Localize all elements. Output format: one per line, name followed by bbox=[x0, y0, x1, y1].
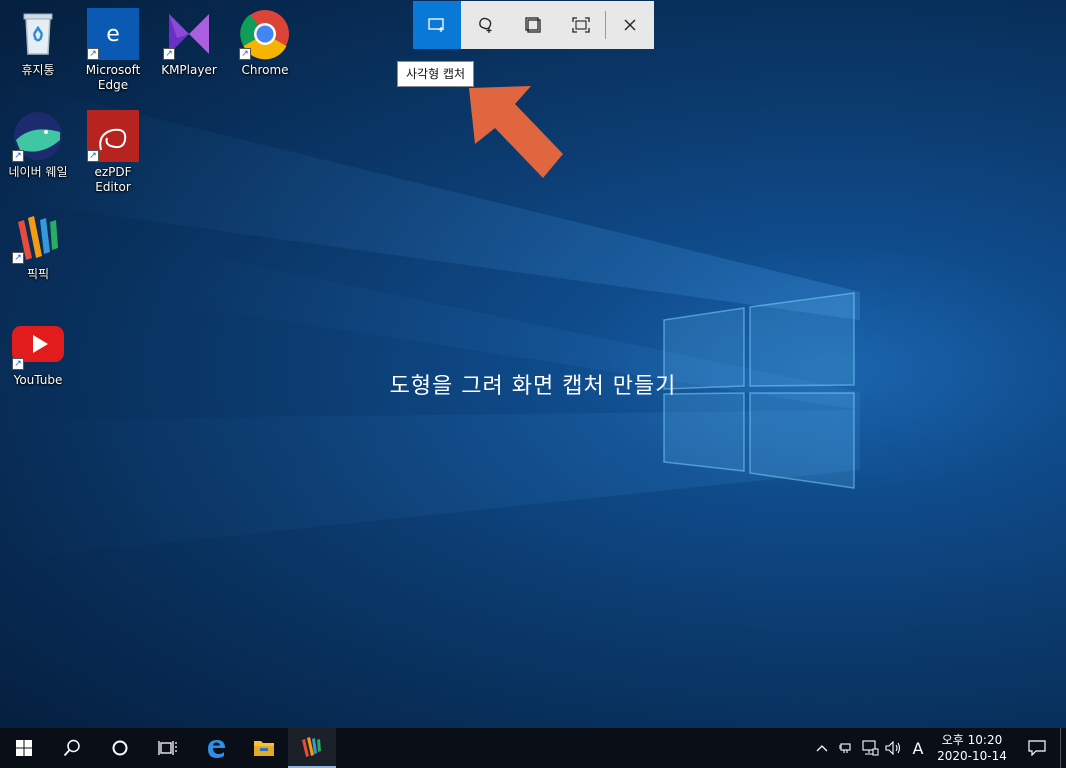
desktop-icon-label: 픽픽 bbox=[26, 267, 50, 281]
desktop-icon-ezpdf-editor[interactable]: ↗ ezPDF Editor bbox=[78, 110, 148, 195]
taskbar-file-explorer-button[interactable] bbox=[240, 728, 288, 768]
windows-start-icon bbox=[16, 740, 32, 756]
desktop-icon-label: Chrome bbox=[241, 63, 289, 77]
rectangle-snip-icon bbox=[428, 18, 444, 32]
network-adapter-icon bbox=[839, 743, 851, 753]
file-explorer-icon bbox=[254, 741, 274, 756]
tray-network-button[interactable] bbox=[858, 728, 882, 768]
desktop-icon-chrome[interactable]: ↗ Chrome bbox=[230, 8, 300, 78]
shortcut-arrow-icon: ↗ bbox=[163, 48, 175, 60]
action-center-button[interactable] bbox=[1014, 728, 1060, 768]
youtube-icon: ↗ bbox=[12, 318, 64, 370]
clock-date: 2020-10-14 bbox=[937, 749, 1007, 763]
system-tray: A 오후 10:20 2020-10-14 bbox=[810, 728, 1066, 768]
taskbar-edge-button[interactable] bbox=[192, 728, 240, 768]
desktop-icon-label: Microsoft Edge bbox=[85, 63, 141, 92]
tray-show-hidden-button[interactable] bbox=[810, 728, 834, 768]
shortcut-arrow-icon: ↗ bbox=[87, 48, 99, 60]
cortana-button[interactable] bbox=[96, 728, 144, 768]
taskbar-picpick-button[interactable] bbox=[288, 728, 336, 768]
window-snip-button[interactable] bbox=[509, 1, 557, 49]
task-view-button[interactable] bbox=[144, 728, 192, 768]
kmplayer-icon: ↗ bbox=[163, 8, 215, 60]
desktop-icon-label: ezPDF Editor bbox=[94, 165, 132, 194]
close-icon bbox=[624, 19, 636, 31]
annotation-arrow-icon bbox=[469, 86, 563, 178]
edge-legacy-icon: e ↗ bbox=[87, 8, 139, 60]
snip-toolbar bbox=[413, 1, 654, 49]
notification-icon bbox=[1028, 740, 1046, 756]
show-desktop-button[interactable] bbox=[1060, 728, 1066, 768]
desktop-icon-label: 네이버 웨일 bbox=[8, 165, 68, 179]
volume-icon bbox=[885, 741, 901, 755]
network-ethernet-icon bbox=[862, 740, 879, 756]
edge-icon bbox=[208, 740, 225, 758]
clock-time: 오후 10:20 bbox=[941, 733, 1003, 747]
search-icon bbox=[63, 739, 80, 757]
desktop-icon-recycle-bin[interactable]: 휴지통 bbox=[3, 8, 73, 78]
task-view-icon bbox=[158, 741, 177, 755]
search-button[interactable] bbox=[48, 728, 96, 768]
freeform-snip-icon bbox=[479, 17, 492, 33]
shortcut-arrow-icon: ↗ bbox=[239, 48, 251, 60]
desktop-icon-microsoft-edge[interactable]: e ↗ Microsoft Edge bbox=[78, 8, 148, 93]
desktop: 휴지통 e ↗ Microsoft Edge ↗ KMPlayer ↗ Chro… bbox=[0, 0, 1066, 728]
freeform-snip-button[interactable] bbox=[461, 1, 509, 49]
cortana-icon bbox=[112, 740, 128, 756]
recycle-bin-icon bbox=[12, 8, 64, 60]
start-button[interactable] bbox=[0, 728, 48, 768]
tray-volume-button[interactable] bbox=[882, 728, 906, 768]
naver-whale-icon: ↗ bbox=[12, 110, 64, 162]
tray-network-adapter-button[interactable] bbox=[834, 728, 858, 768]
picpick-icon: ↗ bbox=[12, 212, 64, 264]
fullscreen-snip-button[interactable] bbox=[557, 1, 605, 49]
fullscreen-snip-icon bbox=[572, 17, 590, 33]
tray-ime-indicator[interactable]: A bbox=[906, 728, 930, 768]
window-snip-icon bbox=[525, 17, 541, 33]
desktop-icon-label: KMPlayer bbox=[161, 63, 217, 77]
shortcut-arrow-icon: ↗ bbox=[12, 252, 24, 264]
ezpdf-icon: ↗ bbox=[87, 110, 139, 162]
rectangle-snip-button[interactable] bbox=[413, 1, 461, 49]
chrome-icon: ↗ bbox=[239, 8, 291, 60]
desktop-icon-naver-whale[interactable]: ↗ 네이버 웨일 bbox=[3, 110, 73, 180]
desktop-icon-kmplayer[interactable]: ↗ KMPlayer bbox=[154, 8, 224, 78]
picpick-icon bbox=[302, 737, 321, 757]
desktop-icon-picpick[interactable]: ↗ 픽픽 bbox=[3, 212, 73, 282]
svg-text:e: e bbox=[106, 22, 120, 47]
shortcut-arrow-icon: ↗ bbox=[12, 150, 24, 162]
taskbar: A 오후 10:20 2020-10-14 bbox=[0, 728, 1066, 768]
chevron-up-icon bbox=[816, 745, 828, 752]
shortcut-arrow-icon: ↗ bbox=[87, 150, 99, 162]
snip-instruction: 도형을 그려 화면 캡처 만들기 bbox=[389, 374, 677, 399]
tray-clock[interactable]: 오후 10:20 2020-10-14 bbox=[930, 732, 1014, 764]
close-snip-button[interactable] bbox=[606, 1, 654, 49]
desktop-icon-label: 휴지통 bbox=[21, 63, 55, 77]
